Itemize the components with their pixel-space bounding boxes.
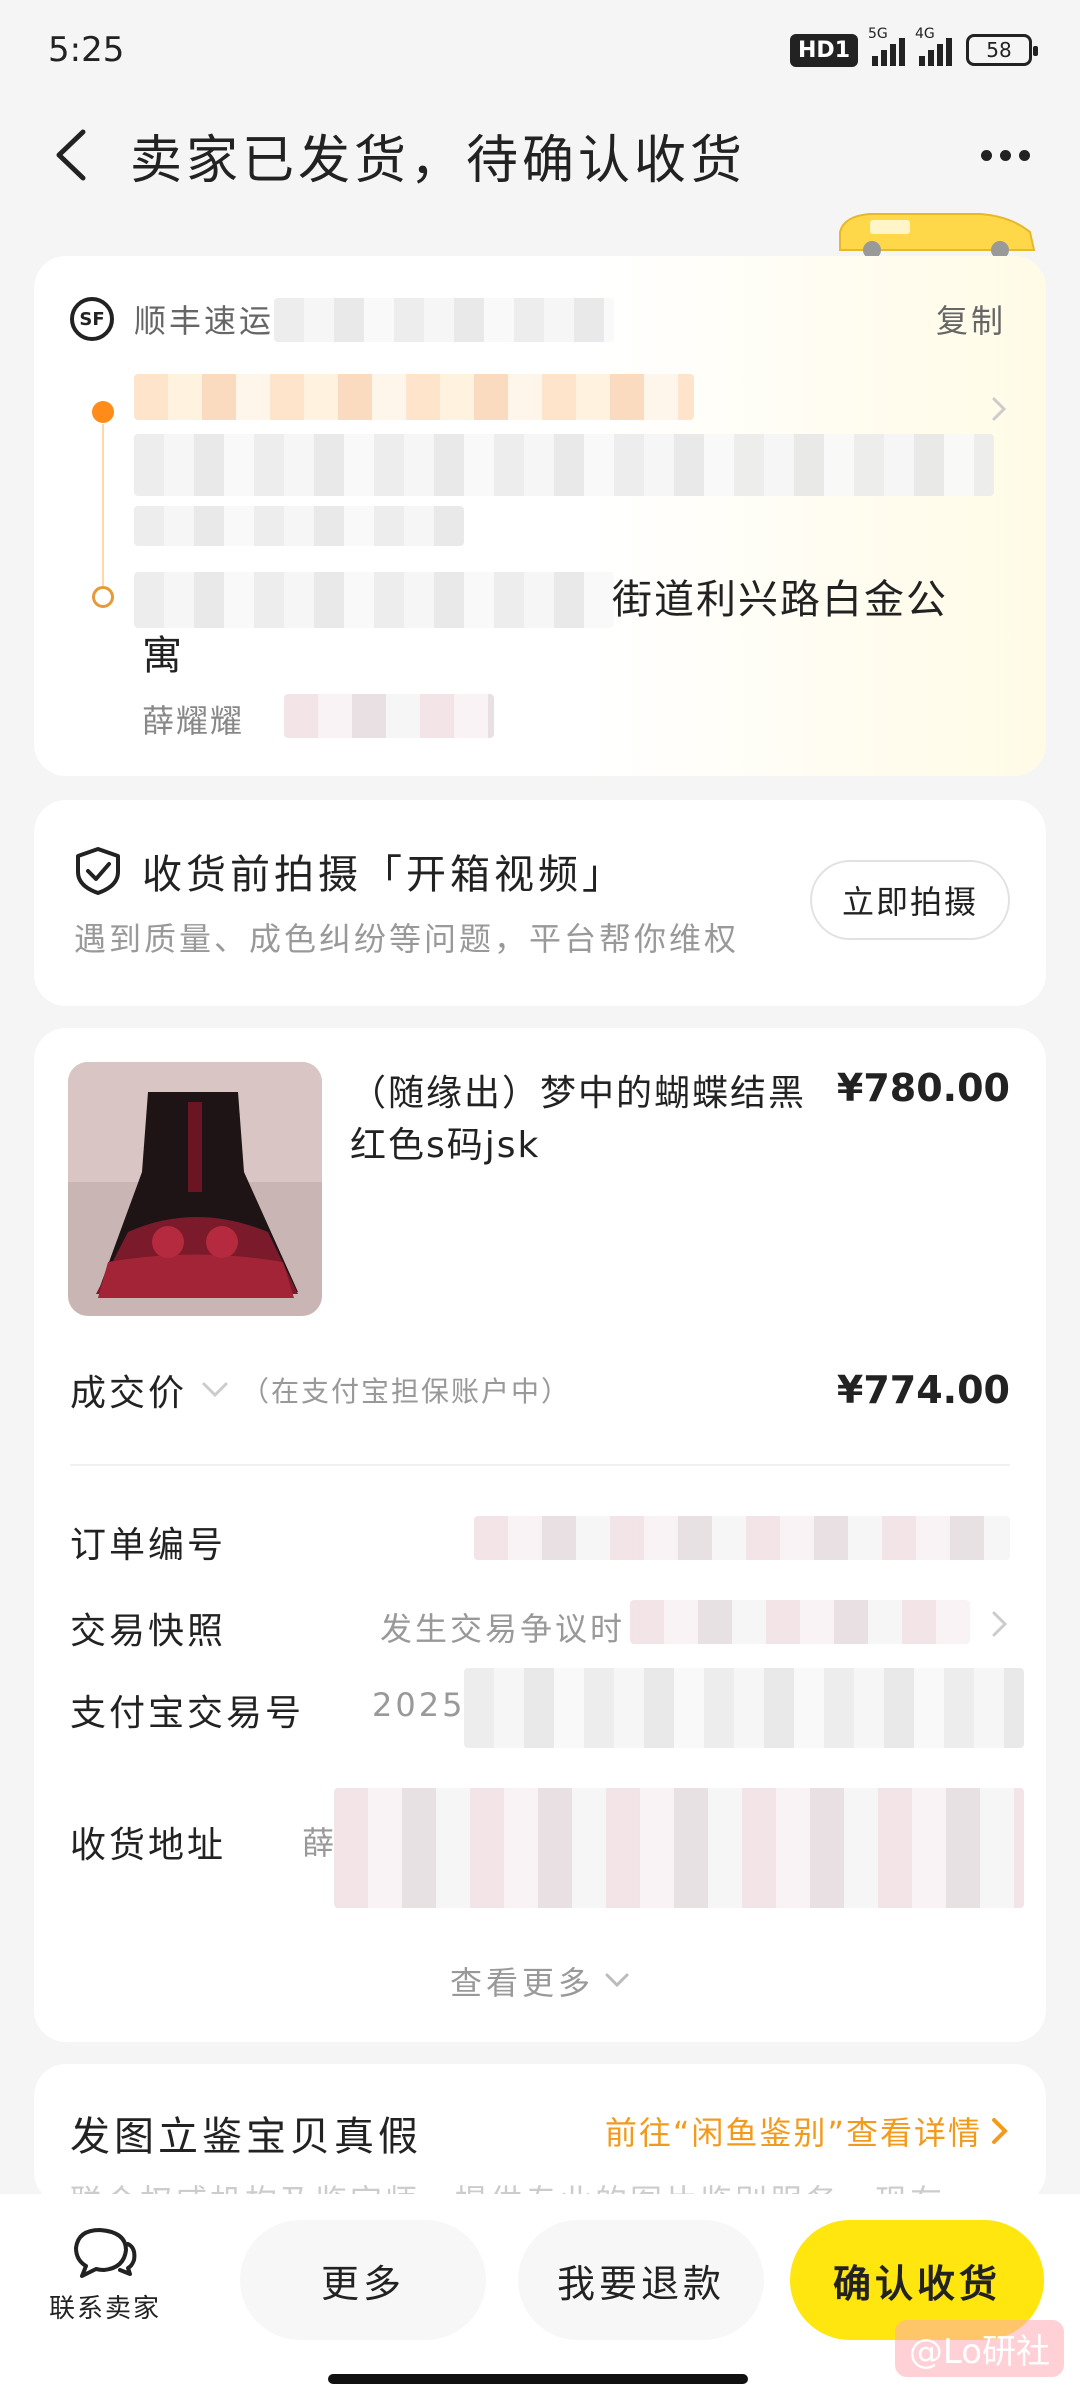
home-indicator[interactable] [328,2374,748,2384]
redacted-receiver-phone [284,694,494,738]
dot-icon [999,149,1011,161]
video-title: 收货前拍摄「开箱视频」 [74,842,626,900]
snapshot-value: 发生交易争议时 [380,1610,626,1648]
contact-seller-label: 联系卖家 [48,2294,161,2324]
timeline-destination-dot [92,586,114,608]
address-value: 薛 [302,1824,338,1862]
dot-icon [980,149,992,161]
video-description: 遇到质量、成色纠纷等问题，平台帮你维权 [74,920,740,958]
timeline-current-dot [92,401,114,423]
deal-price-label: 成交价 [70,1373,188,1414]
product-image[interactable] [68,1062,322,1316]
redacted-address [334,1788,1024,1908]
signal-4g-icon: 4G [915,26,952,66]
redacted-order-number [474,1516,1010,1560]
delivery-car-icon [839,213,1036,256]
status-icons: HD1 5G 4G 58 [790,26,1038,67]
chevron-right-icon[interactable] [986,396,1012,422]
snapshot-label: 交易快照 [70,1611,227,1652]
timeline-line [102,424,104,594]
order-card: （随缘出）梦中的蝴蝶结黑红色s码jsk ¥780.00 成交价 （在支付宝担保账… [34,1028,1046,2042]
refund-button[interactable]: 我要退款 [518,2220,764,2340]
product-price: ¥780.00 [836,1066,1010,1110]
show-more-button[interactable]: 查看更多 [34,1958,1046,2004]
signal-5g-icon: 5G [868,26,905,66]
nav-bar: 卖家已发货，待确认收货 [0,100,1080,210]
redacted-tracking-detail [134,434,994,496]
chevron-right-icon [992,2118,1008,2144]
product-title[interactable]: （随缘出）梦中的蝴蝶结黑红色s码jsk [350,1068,820,1172]
deal-price-note: （在支付宝担保账户中） [241,1375,572,1408]
copy-button[interactable]: 复制 [936,296,1006,342]
alipay-number-value: 2025 [372,1686,466,1724]
order-number-label: 订单编号 [70,1525,227,1566]
status-time: 5:25 [48,30,125,70]
chevron-right-icon[interactable] [990,1610,1010,1638]
auth-title: 发图立鉴宝贝真假 [70,2114,422,2160]
alipay-number-label: 支付宝交易号 [70,1693,305,1734]
more-button[interactable]: 更多 [240,2220,486,2340]
divider [70,1464,1010,1466]
watermark: @Lo研社 [894,2320,1064,2377]
authentication-card: 发图立鉴宝贝真假 前往“闲鱼鉴别”查看详情 联合权威机构及鉴定师，提供专业的图片… [34,2064,1046,2220]
deal-price-row: 成交价 （在支付宝担保账户中） ¥774.00 [70,1364,1010,1416]
chevron-down-icon[interactable] [201,1381,229,1399]
redacted-alipay-number [464,1668,1024,1748]
auth-detail-link[interactable]: 前往“闲鱼鉴别”查看详情 [605,2108,1010,2154]
status-bar: 5:25 HD1 5G 4G 58 [0,0,1080,100]
shield-check-icon [76,847,120,895]
sf-express-icon: SF [70,297,114,341]
logistics-card[interactable]: SF 顺丰速运 复制 街道利兴路白金公寓 薛耀耀 [34,256,1046,776]
redacted-tracking-number [274,298,614,342]
unboxing-video-card: 收货前拍摄「开箱视频」 遇到质量、成色纠纷等问题，平台帮你维权 立即拍摄 [34,800,1046,1006]
deal-price-value: ¥774.00 [836,1368,1010,1412]
contact-seller-button[interactable]: 联系卖家 [40,2224,170,2325]
chat-bubble-icon [74,2228,137,2278]
redacted-snapshot-text [630,1600,970,1644]
more-options-button[interactable] [970,125,1040,185]
redacted-tracking-time [134,506,464,546]
chevron-down-icon [605,1973,629,1988]
hd-badge: HD1 [790,33,858,67]
delivery-address: 街道利兴路白金公寓 [142,577,948,679]
redacted-tracking-status [134,374,694,420]
page-title: 卖家已发货，待确认收货 [130,130,747,191]
shoot-video-button[interactable]: 立即拍摄 [810,860,1010,940]
back-button[interactable] [40,125,100,185]
battery-icon: 58 [966,34,1038,66]
address-label: 收货地址 [70,1825,227,1866]
chevron-left-icon [56,129,86,181]
dot-icon [1018,149,1030,161]
receiver-info: 薛耀耀 [142,702,245,740]
